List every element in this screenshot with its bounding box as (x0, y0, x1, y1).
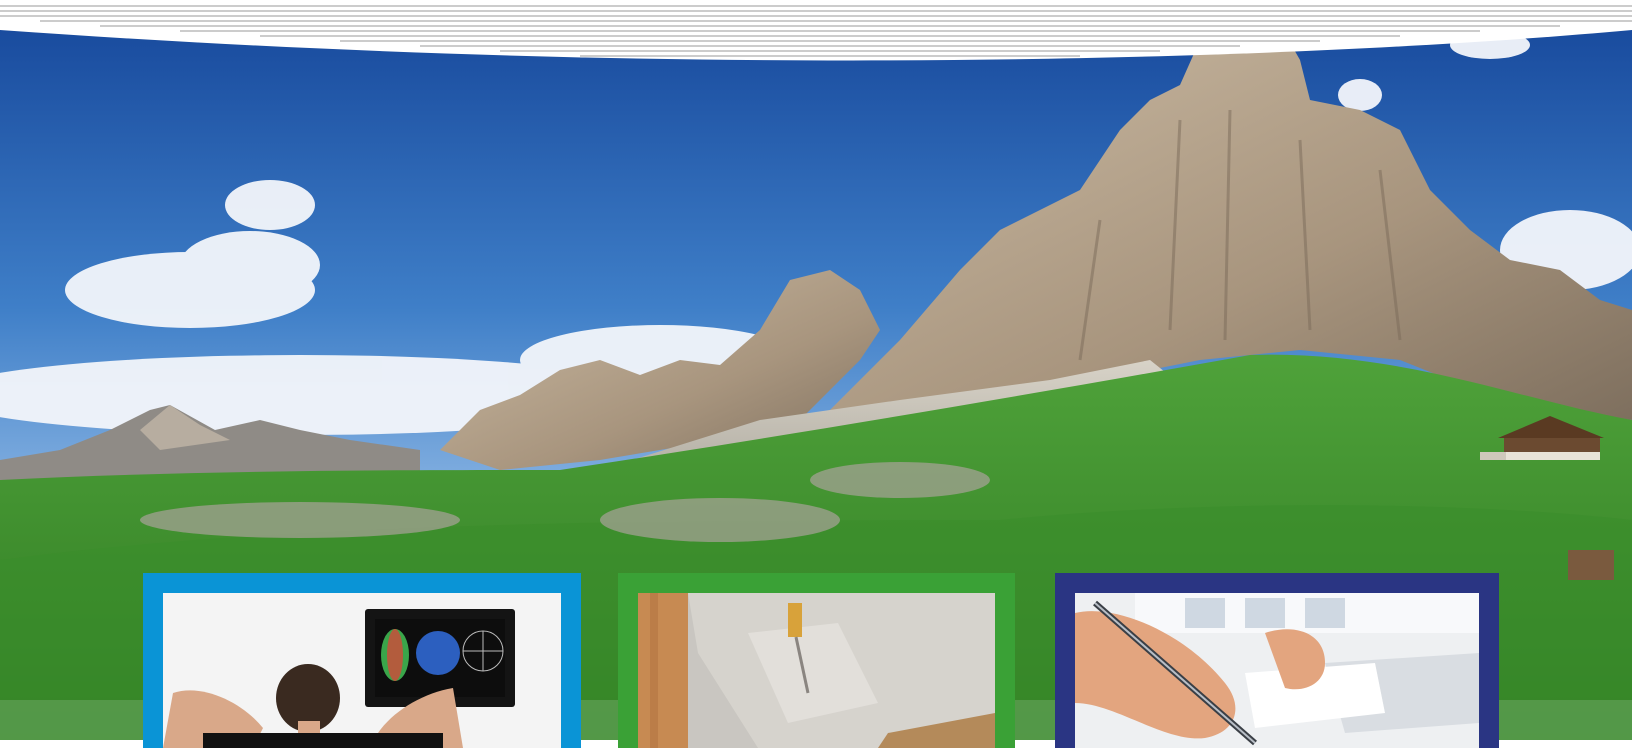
hand-writing-icon (1075, 593, 1479, 748)
card-inspection[interactable] (618, 573, 1015, 748)
surface-sample-icon (638, 593, 995, 748)
card-software[interactable] (143, 573, 581, 748)
monitor-with-charts-icon (163, 593, 561, 748)
card-paperwork[interactable] (1055, 573, 1499, 748)
